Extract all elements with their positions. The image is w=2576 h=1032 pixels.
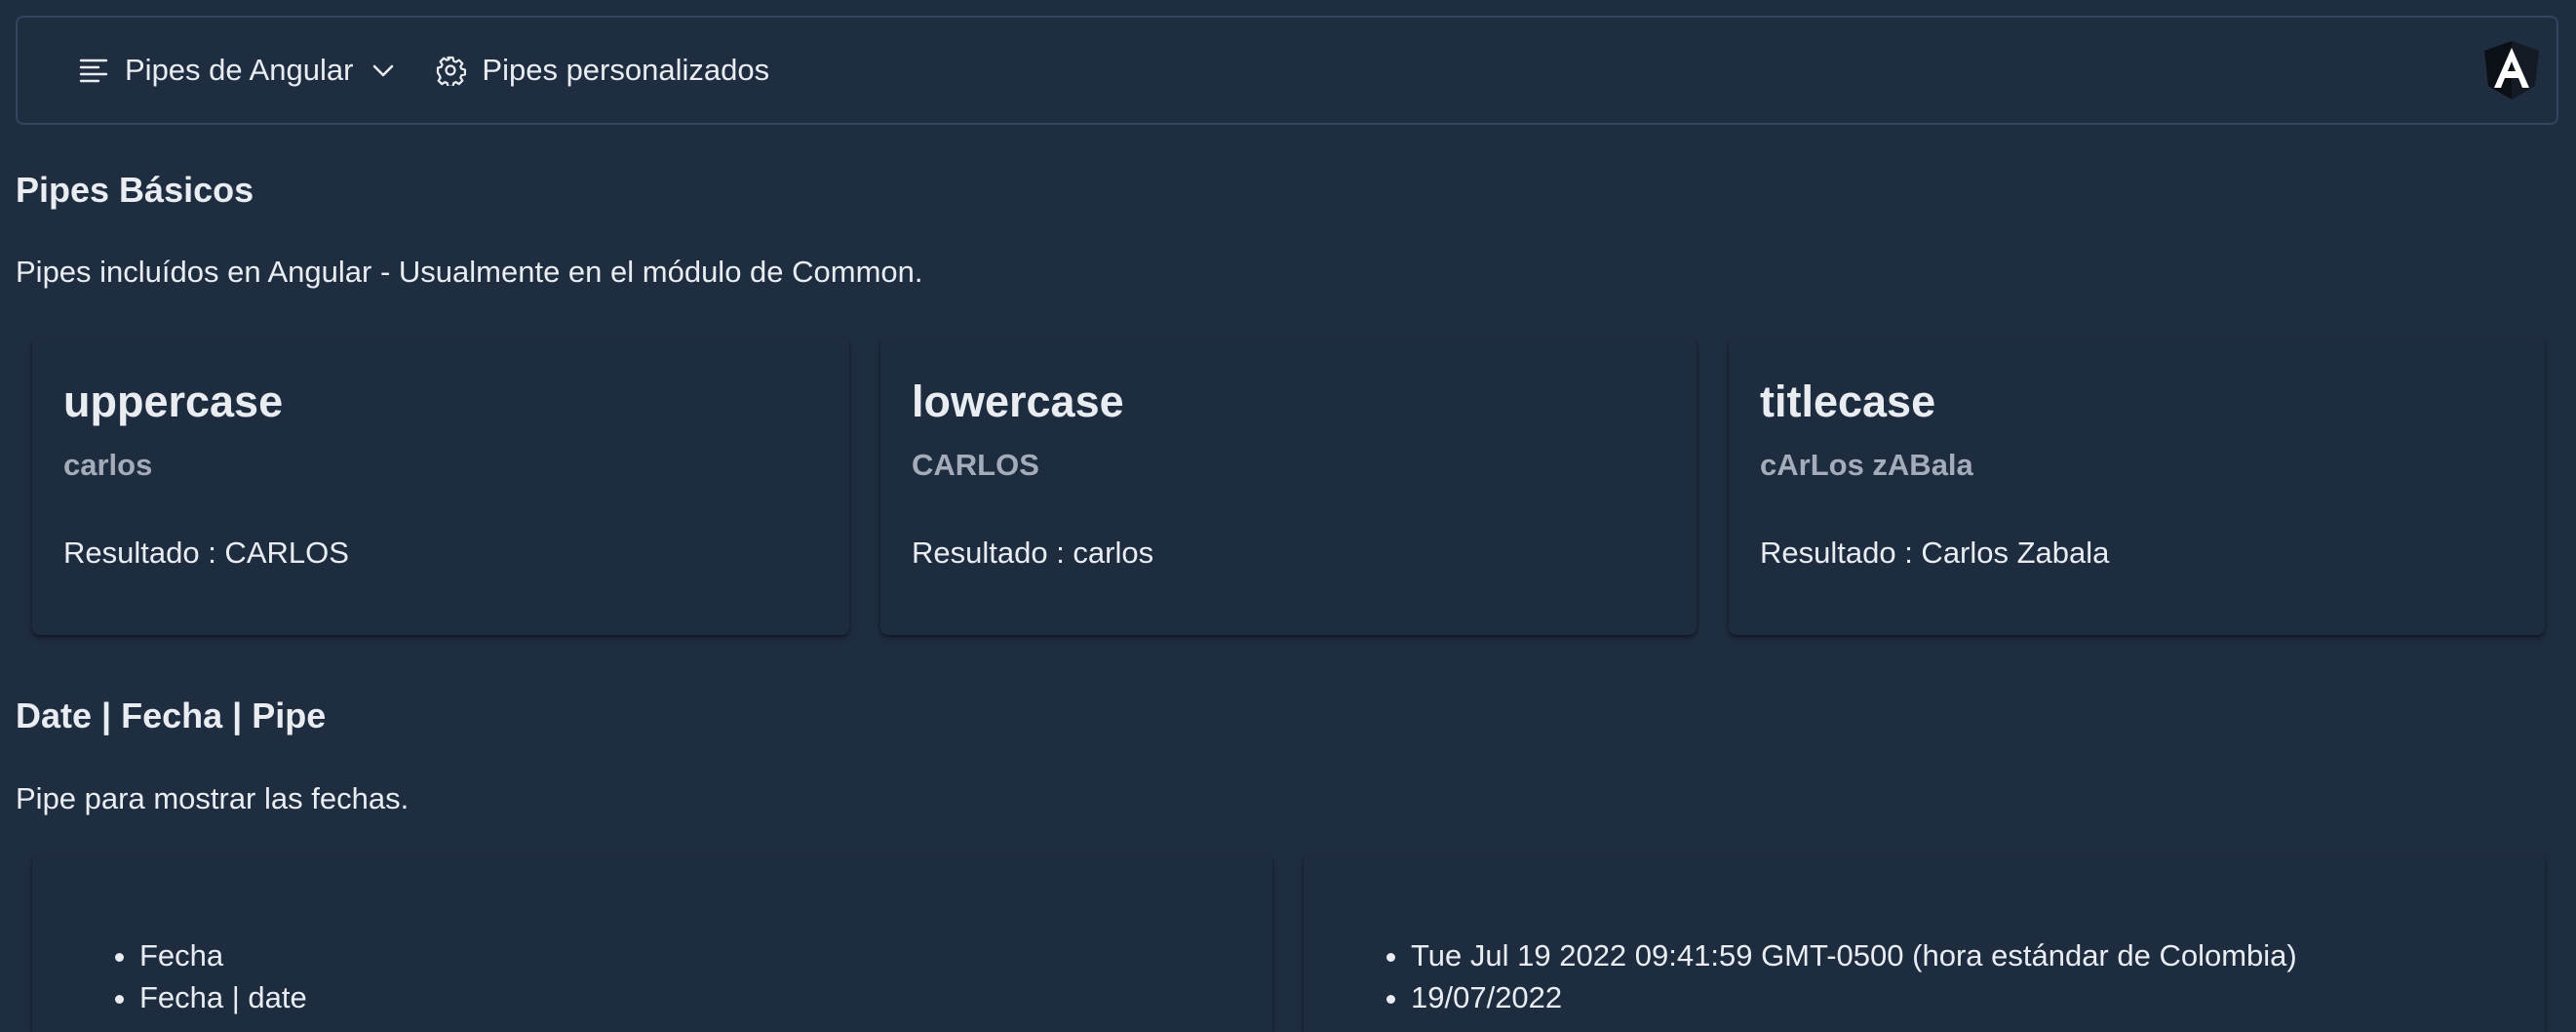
section-description-basics: Pipes incluídos en Angular - Usualmente … xyxy=(16,255,923,289)
date-labels-list: Fecha Fecha | date xyxy=(91,934,307,1018)
card-result: Resultado : CARLOS xyxy=(63,536,349,570)
card-input-value: CARLOS xyxy=(912,448,1039,482)
list-item: Tue Jul 19 2022 09:41:59 GMT-0500 (hora … xyxy=(1411,934,2297,976)
section-title-dates: Date | Fecha | Pipe xyxy=(16,695,327,735)
section-description-dates: Pipe para mostrar las fechas. xyxy=(16,781,410,815)
card-uppercase: uppercase carlos Resultado : CARLOS xyxy=(32,337,849,635)
date-card-labels: Fecha Fecha | date xyxy=(32,854,1272,1032)
menu-item-label: Pipes de Angular xyxy=(125,53,354,87)
list-item: 19/07/2022 xyxy=(1411,976,2297,1018)
menubar: Pipes de Angular Pipes personalizados xyxy=(16,16,2558,125)
card-titlecase: titlecase cArLos zABala Resultado : Carl… xyxy=(1729,337,2545,635)
gear-icon xyxy=(435,55,467,86)
chevron-down-icon xyxy=(371,58,396,83)
card-title: titlecase xyxy=(1760,377,1936,426)
section-title-basics: Pipes Básicos xyxy=(16,170,254,210)
bars-icon xyxy=(78,55,109,86)
card-result: Resultado : carlos xyxy=(912,536,1154,570)
card-title: uppercase xyxy=(63,377,284,426)
app-page: Pipes de Angular Pipes personalizados Pi… xyxy=(0,0,2576,1032)
list-item: Fecha xyxy=(139,934,307,976)
menu-item-pipes-angular[interactable]: Pipes de Angular xyxy=(59,18,415,123)
menu-item-label: Pipes personalizados xyxy=(482,53,770,87)
card-input-value: carlos xyxy=(63,448,153,482)
card-title: lowercase xyxy=(912,377,1124,426)
card-input-value: cArLos zABala xyxy=(1760,448,1973,482)
date-card-values: Tue Jul 19 2022 09:41:59 GMT-0500 (hora … xyxy=(1304,854,2545,1032)
date-values-list: Tue Jul 19 2022 09:41:59 GMT-0500 (hora … xyxy=(1362,934,2297,1018)
menu-item-pipes-personalizados[interactable]: Pipes personalizados xyxy=(415,18,789,123)
card-lowercase: lowercase CARLOS Resultado : carlos xyxy=(880,337,1697,635)
card-result: Resultado : Carlos Zabala xyxy=(1760,536,2110,570)
list-item: Fecha | date xyxy=(139,976,307,1018)
angular-logo xyxy=(2480,39,2543,101)
